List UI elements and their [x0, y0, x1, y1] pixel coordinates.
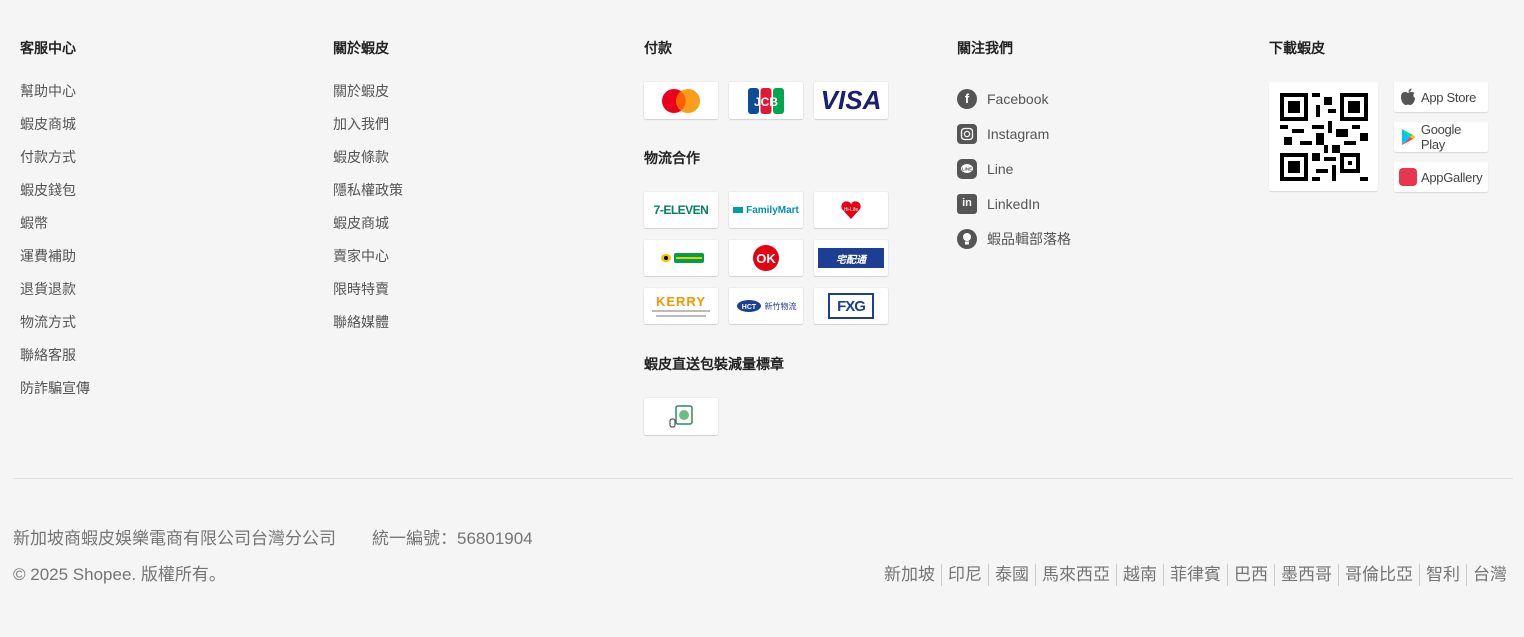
social-links: f Facebook Instagram LINE Line in Linked… [957, 81, 1071, 256]
link-logistics-methods[interactable]: 物流方式 [20, 312, 220, 345]
takkyubin-logo[interactable]: 宅配通 [814, 240, 888, 276]
instagram-icon [957, 123, 977, 144]
social-facebook[interactable]: f Facebook [957, 81, 1071, 116]
country-vietnam[interactable]: 越南 [1116, 564, 1163, 586]
app-store-button[interactable]: App Store [1394, 82, 1488, 112]
link-media-contact[interactable]: 聯絡媒體 [333, 312, 533, 345]
mastercard-logo[interactable] [644, 82, 718, 119]
familymart-logo[interactable]: FamilyMart [729, 192, 803, 228]
copyright: © 2025 Shopee. 版權所有。 [13, 565, 226, 584]
link-privacy-policy[interactable]: 隱私權政策 [333, 180, 533, 213]
svg-text:Hi-Life: Hi-Life [844, 207, 859, 213]
link-seller-centre[interactable]: 賣家中心 [333, 246, 533, 279]
hct-logistics-logo[interactable]: HCT 新竹物流 [729, 288, 803, 324]
country-malaysia[interactable]: 馬來西亞 [1035, 564, 1116, 586]
social-linkedin[interactable]: in LinkedIn [957, 186, 1071, 221]
about-column: 關於蝦皮 關於蝦皮 加入我們 蝦皮條款 隱私權政策 蝦皮商城 賣家中心 限時特賣… [333, 38, 403, 330]
country-thailand[interactable]: 泰國 [988, 564, 1035, 586]
link-help-center[interactable]: 幫助中心 [20, 81, 220, 114]
country-links: 新加坡 印尼 泰國 馬來西亞 越南 菲律賓 巴西 墨西哥 哥倫比亞 智利 台灣 [884, 564, 1507, 586]
svg-text:HCT: HCT [741, 304, 756, 311]
country-philippines[interactable]: 菲律賓 [1163, 564, 1227, 586]
kerry-express-logo[interactable]: KERRY [644, 288, 718, 324]
download-title: 下載蝦皮 [1269, 40, 1325, 56]
follow-title: 關注我們 [957, 40, 1013, 56]
country-chile[interactable]: 智利 [1419, 564, 1466, 586]
link-join-us[interactable]: 加入我們 [333, 114, 533, 147]
payment-column: 付款 JCB VISA 物流合作 7-ELEVEN FamilyMart Hi-… [644, 38, 904, 458]
social-blog[interactable]: 蝦品輯部落格 [957, 221, 1071, 256]
app-gallery-button[interactable]: AppGallery [1394, 162, 1488, 192]
country-indonesia[interactable]: 印尼 [941, 564, 988, 586]
tax-id: 統一編號：56801904 [372, 529, 533, 548]
packaging-badge-logo[interactable] [644, 398, 718, 435]
link-flash-sale[interactable]: 限時特賣 [333, 279, 533, 312]
link-shopee-wallet[interactable]: 蝦皮錢包 [20, 180, 220, 213]
logistics-title: 物流合作 [644, 150, 700, 166]
blog-icon [957, 228, 977, 249]
7-eleven-logo[interactable]: 7-ELEVEN [644, 192, 718, 228]
svg-text:LINE: LINE [962, 166, 972, 171]
line-icon: LINE [957, 158, 977, 179]
country-taiwan[interactable]: 台灣 [1466, 564, 1507, 586]
svg-text:JCB: JCB [754, 95, 778, 109]
social-instagram[interactable]: Instagram [957, 116, 1071, 151]
packaging-title: 蝦皮直送包裝減量標章 [644, 356, 784, 372]
apple-icon [1399, 88, 1417, 106]
country-colombia[interactable]: 哥倫比亞 [1338, 564, 1419, 586]
about-links: 關於蝦皮 加入我們 蝦皮條款 隱私權政策 蝦皮商城 賣家中心 限時特賣 聯絡媒體 [333, 81, 533, 345]
customer-service-column: 客服中心 幫助中心 蝦皮商城 付款方式 蝦皮錢包 蝦幣 運費補助 退貨退款 物流… [20, 38, 90, 396]
company-info: 新加坡商蝦皮娛樂電商有限公司台灣分公司 統一編號：56801904 [13, 528, 533, 550]
link-shipping-subsidy[interactable]: 運費補助 [20, 246, 220, 279]
facebook-icon: f [957, 88, 977, 109]
follow-column: 關注我們 f Facebook Instagram LINE Line in L… [957, 38, 1217, 278]
country-mexico[interactable]: 墨西哥 [1274, 564, 1338, 586]
link-about-shopee[interactable]: 關於蝦皮 [333, 81, 533, 114]
fxg-logo[interactable]: FXG [814, 288, 888, 324]
about-title: 關於蝦皮 [333, 40, 389, 56]
download-column: 下載蝦皮 App Store Google Play AppGallery [1269, 38, 1509, 208]
link-payment-methods[interactable]: 付款方式 [20, 147, 220, 180]
link-anti-fraud[interactable]: 防詐騙宣傳 [20, 378, 220, 411]
ok-mart-logo[interactable]: OK [729, 240, 803, 276]
link-shopee-coins[interactable]: 蝦幣 [20, 213, 220, 246]
payment-title: 付款 [644, 40, 672, 56]
google-play-button[interactable]: Google Play [1394, 122, 1488, 152]
country-singapore[interactable]: 新加坡 [884, 564, 941, 586]
qr-code [1269, 82, 1378, 191]
link-shopee-mall-about[interactable]: 蝦皮商城 [333, 213, 533, 246]
link-shopee-mall[interactable]: 蝦皮商城 [20, 114, 220, 147]
black-cat-logo[interactable] [644, 240, 718, 276]
link-terms[interactable]: 蝦皮條款 [333, 147, 533, 180]
customer-service-links: 幫助中心 蝦皮商城 付款方式 蝦皮錢包 蝦幣 運費補助 退貨退款 物流方式 聯絡… [20, 81, 220, 411]
customer-service-title: 客服中心 [20, 40, 76, 56]
social-line[interactable]: LINE Line [957, 151, 1071, 186]
link-return-refund[interactable]: 退貨退款 [20, 279, 220, 312]
company-name: 新加坡商蝦皮娛樂電商有限公司台灣分公司 [13, 529, 336, 548]
jcb-logo[interactable]: JCB [729, 82, 803, 119]
link-contact-service[interactable]: 聯絡客服 [20, 345, 220, 378]
app-gallery-icon [1399, 168, 1417, 186]
country-brazil[interactable]: 巴西 [1227, 564, 1274, 586]
hilife-logo[interactable]: Hi-Life [814, 192, 888, 228]
linkedin-icon: in [957, 193, 977, 214]
visa-logo[interactable]: VISA [814, 82, 888, 119]
google-play-icon [1399, 128, 1417, 146]
footer-divider [13, 478, 1513, 479]
